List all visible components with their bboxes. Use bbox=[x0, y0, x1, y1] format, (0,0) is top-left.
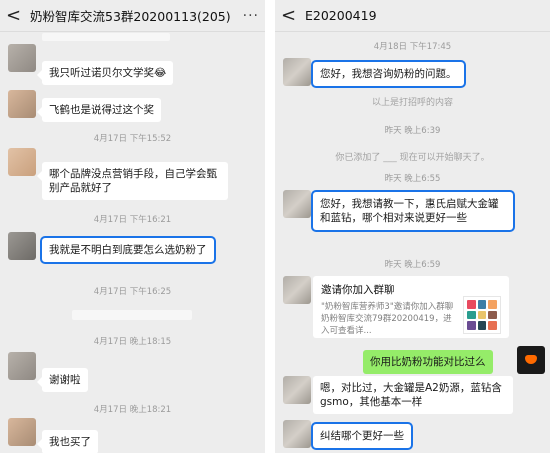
timestamp: 昨天 晚上6:55 bbox=[384, 174, 441, 184]
back-icon[interactable]: < bbox=[6, 6, 24, 25]
avatar[interactable] bbox=[8, 352, 36, 380]
card-description: "奶粉智库营养师3"邀请你加入群聊奶粉智库交流79群20200419，进入可查看… bbox=[321, 302, 454, 336]
timestamp: 昨天 晚上6:59 bbox=[384, 260, 441, 270]
avatar[interactable] bbox=[8, 90, 36, 118]
more-icon[interactable]: ··· bbox=[243, 8, 259, 24]
timestamp: 4月17日 下午15:52 bbox=[93, 134, 172, 144]
right-chat-title: E20200419 bbox=[305, 8, 377, 23]
system-notice: 以上是打招呼的内容 bbox=[371, 98, 453, 108]
timestamp: 4月17日 晚上18:15 bbox=[93, 337, 172, 347]
timestamp: 昨天 晚上6:39 bbox=[384, 126, 441, 136]
message-bubble: 我只听过诺贝尔文学奖😂 bbox=[36, 61, 174, 85]
panel-divider bbox=[265, 0, 275, 453]
avatar[interactable] bbox=[283, 420, 311, 448]
card-title: 邀请你加入群聊 bbox=[321, 284, 395, 296]
partial-message bbox=[42, 33, 170, 41]
avatar[interactable] bbox=[8, 418, 36, 446]
message-bubble: 纠结哪个更好一些 bbox=[311, 422, 413, 450]
timestamp: 4月18日 下午17:45 bbox=[373, 42, 452, 52]
blurred-message bbox=[72, 310, 192, 320]
left-chat-panel: < 奶粉智库交流53群20200113(205) ··· 我只听过诺贝尔文学奖😂… bbox=[0, 0, 265, 453]
avatar[interactable] bbox=[8, 44, 36, 72]
message-bubble: 谢谢啦 bbox=[37, 368, 88, 392]
avatar[interactable] bbox=[517, 346, 545, 374]
timestamp: 4月17日 晚上18:21 bbox=[93, 405, 172, 415]
left-chat-title: 奶粉智库交流53群20200113(205) bbox=[30, 9, 231, 24]
system-notice: 你已添加了 ___ 现在可以开始聊天了。 bbox=[335, 153, 490, 163]
right-chat-panel: < E20200419 4月18日 下午17:45 您好，我想咨询奶粉的问题。 … bbox=[275, 0, 550, 453]
timestamp: 4月17日 下午16:21 bbox=[93, 215, 172, 225]
avatar[interactable] bbox=[283, 58, 311, 86]
message-bubble: 我也买了 bbox=[37, 430, 98, 453]
message-bubble: 您好，我想咨询奶粉的问题。 bbox=[311, 60, 466, 88]
avatar[interactable] bbox=[8, 148, 36, 176]
back-icon[interactable]: < bbox=[281, 6, 299, 25]
message-bubble: 你用比奶粉功能对比过么 bbox=[363, 350, 493, 374]
message-bubble: 哪个品牌没点营销手段，自己学会甄别产品就好了 bbox=[37, 162, 228, 200]
avatar[interactable] bbox=[8, 232, 36, 260]
right-chat-header: < E20200419 bbox=[275, 0, 550, 32]
message-bubble: 嗯，对比过，大金罐是A2奶源，蓝钻含gsmo，其他基本一样 bbox=[313, 376, 513, 414]
avatar[interactable] bbox=[283, 190, 311, 218]
timestamp: 4月17日 下午16:25 bbox=[93, 287, 172, 297]
avatar[interactable] bbox=[283, 276, 311, 304]
message-bubble: 飞鹤也是说得过这个奖 bbox=[37, 98, 161, 122]
group-thumbnail-icon bbox=[463, 296, 501, 334]
message-bubble: 我就是不明白到底要怎么选奶粉了 bbox=[40, 236, 216, 264]
message-bubble: 您好，我想请教一下，惠氏启赋大金罐和蓝钻，哪个相对来说更好一些 bbox=[311, 190, 515, 232]
left-chat-header: < 奶粉智库交流53群20200113(205) ··· bbox=[0, 0, 265, 32]
avatar[interactable] bbox=[283, 376, 311, 404]
group-invite-card[interactable]: 邀请你加入群聊 "奶粉智库营养师3"邀请你加入群聊奶粉智库交流79群202004… bbox=[313, 276, 509, 338]
